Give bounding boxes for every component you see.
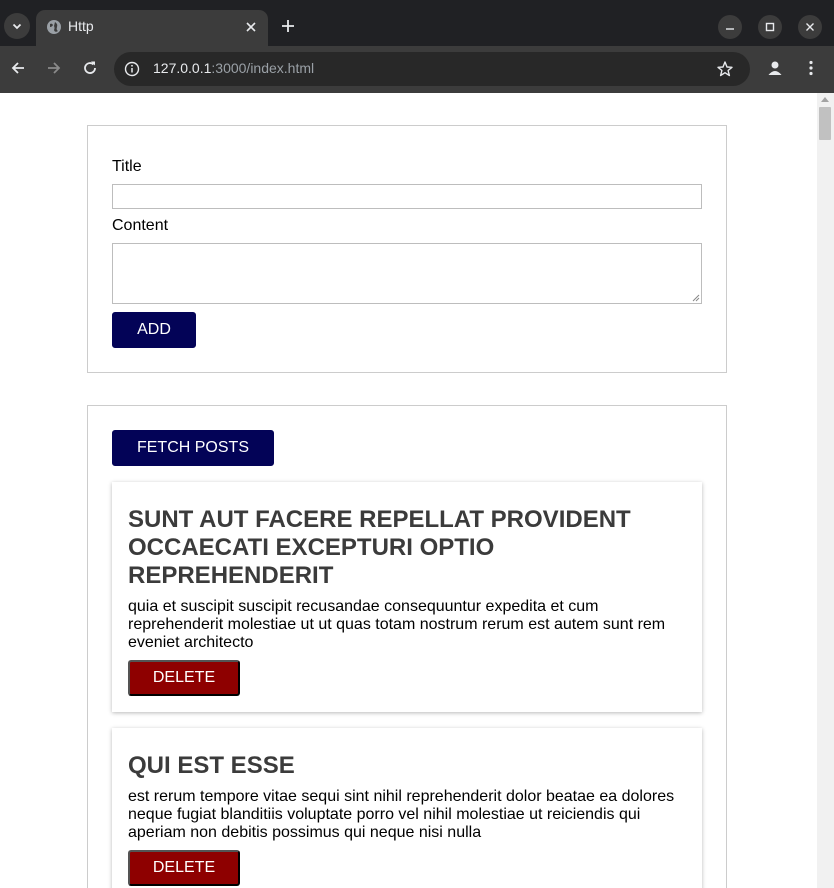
- close-icon: [246, 22, 256, 32]
- browser-tab-active[interactable]: Http: [36, 10, 268, 46]
- more-menu-button[interactable]: [801, 58, 821, 78]
- browser-tab-strip: Http: [0, 0, 834, 46]
- tab-title: Http: [68, 18, 94, 34]
- maximize-icon: [765, 22, 775, 32]
- page-scrollbar[interactable]: [817, 93, 834, 888]
- resize-grip-icon[interactable]: [692, 294, 700, 302]
- minimize-icon: [726, 28, 734, 30]
- star-icon[interactable]: [716, 60, 734, 78]
- globe-icon: [47, 20, 61, 34]
- window-close-button[interactable]: [798, 15, 822, 39]
- content-label: Content: [112, 217, 169, 234]
- content-textarea[interactable]: [112, 243, 702, 304]
- info-icon[interactable]: [124, 61, 140, 77]
- url-host: 127.0.0.1: [153, 60, 212, 76]
- url-path: :3000/index.html: [211, 60, 315, 76]
- post-card: qui est esse est rerum tempore vitae seq…: [112, 728, 702, 888]
- scroll-up-arrow-icon[interactable]: [821, 97, 829, 102]
- scrollbar-thumb[interactable]: [819, 107, 831, 140]
- new-tab-button[interactable]: [278, 16, 298, 36]
- window-close-icon: [806, 23, 814, 31]
- maximize-button[interactable]: [758, 15, 782, 39]
- fetch-posts-button[interactable]: FETCH POSTS: [112, 430, 274, 466]
- post-body: est rerum tempore vitae sequi sint nihil…: [128, 788, 675, 841]
- reload-button[interactable]: [80, 58, 100, 78]
- posts-section: FETCH POSTS sunt aut facere repellat pro…: [87, 405, 727, 888]
- add-button[interactable]: ADD: [112, 312, 196, 348]
- post-card: sunt aut facere repellat provident occae…: [112, 482, 702, 712]
- tab-search-button[interactable]: [4, 13, 30, 39]
- profile-button[interactable]: [765, 58, 785, 78]
- post-title: qui est esse: [128, 752, 295, 779]
- plus-icon: [282, 20, 294, 32]
- post-body: quia et suscipit suscipit recusandae con…: [128, 598, 666, 651]
- delete-post-button[interactable]: DELETE: [128, 660, 240, 696]
- new-post-form: Title Content ADD: [87, 125, 727, 373]
- browser-toolbar: 127.0.0.1:3000/index.html: [0, 46, 834, 93]
- forward-button[interactable]: [44, 58, 64, 78]
- back-arrow-icon: [11, 62, 24, 74]
- profile-icon: [768, 61, 782, 75]
- post-title: sunt aut facere repellat provident occae…: [128, 506, 631, 589]
- title-input[interactable]: [112, 184, 702, 209]
- more-vert-icon: [809, 60, 813, 76]
- page-viewport: Title Content ADD FETCH POSTS sunt aut f…: [0, 93, 834, 888]
- address-bar[interactable]: 127.0.0.1:3000/index.html: [114, 52, 750, 86]
- back-button[interactable]: [8, 58, 28, 78]
- tab-search-icon: [12, 23, 22, 30]
- delete-post-button[interactable]: DELETE: [128, 850, 240, 886]
- tab-close-button[interactable]: [242, 18, 260, 36]
- minimize-button[interactable]: [718, 15, 742, 39]
- url-text[interactable]: 127.0.0.1:3000/index.html: [153, 60, 314, 76]
- reload-icon: [84, 61, 96, 74]
- title-label: Title: [112, 158, 142, 175]
- forward-arrow-icon: [48, 62, 61, 74]
